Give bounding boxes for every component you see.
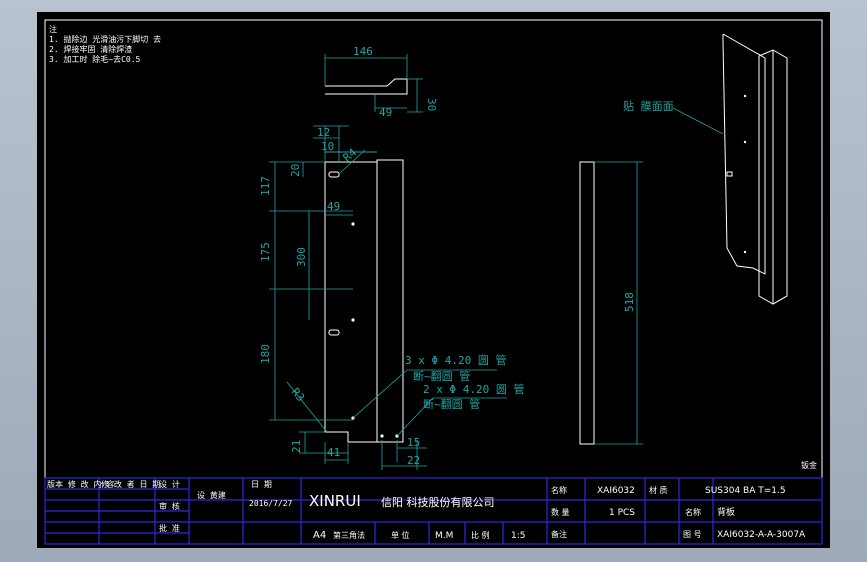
label-drawing-no: 图 号 xyxy=(683,530,702,539)
designer: 设 黄建 xyxy=(197,490,226,500)
dim-518: 518 xyxy=(623,292,636,312)
label-scale: 比 例 xyxy=(471,530,490,540)
part-no: XAI6032 xyxy=(597,486,635,496)
part-name: 背板 xyxy=(717,506,735,518)
corner-label: 钣金 xyxy=(801,460,817,470)
note-line-2: 2. 焊接牢固 清除焊渣 xyxy=(49,44,132,54)
label-qty: 数 量 xyxy=(551,507,570,517)
cad-viewport: 注 1. 抛除边 光滑油污下脚切 去 2. 焊接牢固 清除焊渣 3. 加工时 除… xyxy=(0,0,867,562)
dim-r4: R4 xyxy=(341,146,360,165)
projection-angle: 第三角法 xyxy=(333,530,365,540)
label-name: 名称 xyxy=(551,485,567,495)
drawing-no: XAI6032-A-A-3007A xyxy=(717,530,806,540)
note-line-1: 1. 抛除边 光滑油污下脚切 去 xyxy=(49,34,161,44)
front-view: 117 175 180 20 300 49 12 10 R4 R3 21 41 … xyxy=(259,125,524,470)
notes-heading: 注 xyxy=(49,24,57,34)
dim-49-top: 49 xyxy=(379,106,392,119)
dim-21: 21 xyxy=(290,440,303,453)
dim-12: 12 xyxy=(317,126,330,139)
company-latin: XINRUI xyxy=(309,492,361,510)
material: SUS304 BA T=1.5 xyxy=(705,486,786,496)
drawing-sheet: 注 1. 抛除边 光滑油污下脚切 去 2. 焊接牢固 清除焊渣 3. 加工时 除… xyxy=(37,12,830,548)
label-approve: 批 准 xyxy=(159,523,180,533)
note-line-3: 3. 加工时 除毛~去C0.5 xyxy=(49,54,141,64)
dim-15: 15 xyxy=(407,436,420,449)
rev-header-2: 修 改 者 日 期 xyxy=(101,479,160,489)
callout-hole1-sub: 断~翻圆 管 xyxy=(413,369,470,383)
label-date: 日 期 xyxy=(251,480,272,489)
dim-r3: R3 xyxy=(289,386,307,405)
unit: M.M xyxy=(435,531,453,541)
paper-size: A4 xyxy=(313,530,326,541)
callout-side-label: 贴 膜面面 xyxy=(623,99,674,113)
dim-30: 30 xyxy=(425,98,438,111)
side-view: 518 xyxy=(579,161,643,445)
callout-hole2: 2 x Φ 4.20 圆 管 xyxy=(423,382,524,396)
drawing-canvas: 注 1. 抛除边 光滑油污下脚切 去 2. 焊接牢固 清除焊渣 3. 加工时 除… xyxy=(44,19,823,545)
dim-49: 49 xyxy=(327,200,340,213)
dim-41: 41 xyxy=(327,446,340,459)
label-check: 审 核 xyxy=(159,501,180,511)
dim-22: 22 xyxy=(407,454,420,467)
dim-175: 175 xyxy=(259,242,272,262)
label-unit: 单 位 xyxy=(391,530,410,540)
dim-300: 300 xyxy=(295,247,308,267)
dim-180: 180 xyxy=(259,344,272,364)
dim-146: 146 xyxy=(353,45,373,58)
iso-view: 贴 膜面面 xyxy=(623,33,788,305)
callout-hole1: 3 x Φ 4.20 圆 管 xyxy=(405,353,506,367)
scale: 1:5 xyxy=(511,531,525,541)
callout-hole2-sub: 断~翻圆 管 xyxy=(423,397,480,411)
dim-10: 10 xyxy=(321,140,334,153)
date: 2016/7/27 xyxy=(249,499,293,508)
label-material: 材 质 xyxy=(649,485,668,495)
dim-117: 117 xyxy=(259,176,272,196)
label-part-name: 名称 xyxy=(685,507,701,517)
company-cn: 信阳 科技股份有限公司 xyxy=(381,495,495,509)
label-notes: 备注 xyxy=(551,529,567,539)
quantity: 1 PCS xyxy=(609,508,635,518)
dim-20: 20 xyxy=(289,164,302,177)
top-section-view: 146 49 30 xyxy=(324,45,438,119)
title-block: 版本 修 改 内 容 修 改 者 日 期 设 计 审 核 批 准 设 黄建 日 … xyxy=(44,477,823,545)
label-drawn: 设 计 xyxy=(159,479,180,489)
